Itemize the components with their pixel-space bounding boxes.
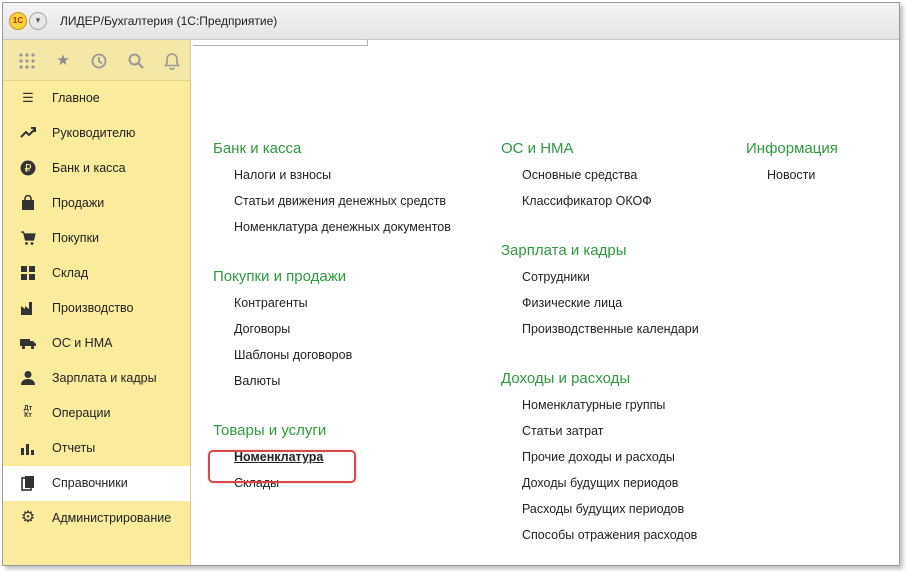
window-title: ЛИДЕР/Бухгалтерия (1С:Предприятие) xyxy=(60,14,278,28)
column-3: Информация Новости xyxy=(746,139,838,191)
sidebar-toolbar: ★ xyxy=(3,40,190,81)
gear-icon: ⚙ xyxy=(20,509,36,526)
section-title-dohody-rashody[interactable]: Доходы и расходы xyxy=(501,369,699,395)
person-icon xyxy=(20,370,36,386)
link-kalendari[interactable]: Производственные календари xyxy=(501,319,699,345)
highlight-box xyxy=(208,450,356,483)
sidebar-item-administrirovanie[interactable]: ⚙ Администрирование xyxy=(3,501,190,536)
link-nomenklaturnye-gruppy[interactable]: Номенклатурные группы xyxy=(501,395,699,421)
link-dohody-budushchih[interactable]: Доходы будущих периодов xyxy=(501,473,699,499)
link-osnovnye-sredstva[interactable]: Основные средства xyxy=(501,165,699,191)
sidebar: ★ ☰ Главное Руководителю ₽ Банк и касса … xyxy=(3,40,191,565)
1c-logo-icon: 1С xyxy=(9,12,27,30)
section-title-tovary[interactable]: Товары и услуги xyxy=(213,421,451,447)
bell-icon[interactable] xyxy=(163,52,181,71)
link-fiz-litsa[interactable]: Физические лица xyxy=(501,293,699,319)
sidebar-item-label: ОС и НМА xyxy=(52,336,113,350)
link-sotrudniki[interactable]: Сотрудники xyxy=(501,267,699,293)
link-nomenklatura-den-doc[interactable]: Номенклатура денежных документов xyxy=(213,217,451,243)
star-icon[interactable]: ★ xyxy=(54,52,72,70)
sidebar-item-label: Производство xyxy=(52,301,134,315)
sidebar-item-proizvodstvo[interactable]: Производство xyxy=(3,291,190,326)
sidebar-item-label: Продажи xyxy=(52,196,105,210)
sidebar-item-pokupki[interactable]: Покупки xyxy=(3,221,190,256)
section-title-zarplata[interactable]: Зарплата и кадры xyxy=(501,241,699,267)
sidebar-item-label: Главное xyxy=(52,91,100,105)
sidebar-item-label: Покупки xyxy=(52,231,100,245)
cart-icon xyxy=(20,230,36,246)
sidebar-item-sklad[interactable]: Склад xyxy=(3,256,190,291)
section-title-os-nma[interactable]: ОС и НМА xyxy=(501,139,699,165)
factory-icon xyxy=(20,300,36,316)
sidebar-item-prodazhi[interactable]: Продажи xyxy=(3,186,190,221)
link-okof[interactable]: Классификатор ОКОФ xyxy=(501,191,699,217)
section-title-bank[interactable]: Банк и касса xyxy=(213,139,451,165)
main-menu-button[interactable]: ▾ xyxy=(29,12,47,30)
column-2: ОС и НМА Основные средства Классификатор… xyxy=(501,139,699,551)
sidebar-item-bank[interactable]: ₽ Банк и касса xyxy=(3,151,190,186)
bar-chart-icon xyxy=(20,440,36,456)
link-rashody-budushchih[interactable]: Расходы будущих периодов xyxy=(501,499,699,525)
search-icon[interactable] xyxy=(127,52,145,70)
trend-icon xyxy=(20,125,36,141)
bag-icon xyxy=(20,194,36,211)
history-icon[interactable] xyxy=(90,52,108,70)
sidebar-item-operatsii[interactable]: Дт Кт Операции xyxy=(3,396,190,431)
menu-lines-icon: ☰ xyxy=(22,90,34,105)
link-nalogi[interactable]: Налоги и взносы xyxy=(213,165,451,191)
sidebar-item-os-nma[interactable]: ОС и НМА xyxy=(3,326,190,361)
books-icon xyxy=(20,475,36,491)
apps-grid-icon[interactable] xyxy=(18,52,36,70)
link-kontragenty[interactable]: Контрагенты xyxy=(213,293,451,319)
sidebar-item-glavnoe[interactable]: ☰ Главное xyxy=(3,81,190,116)
column-1: Банк и касса Налоги и взносы Статьи движ… xyxy=(213,139,451,499)
content-area: Банк и касса Налоги и взносы Статьи движ… xyxy=(191,40,899,565)
link-stati-dvizheniya[interactable]: Статьи движения денежных средств xyxy=(213,191,451,217)
truck-icon xyxy=(20,335,36,351)
dt-kt-icon: Дт Кт xyxy=(23,405,33,419)
link-valyuty[interactable]: Валюты xyxy=(213,371,451,397)
link-prochie[interactable]: Прочие доходы и расходы xyxy=(501,447,699,473)
sidebar-item-label: Банк и касса xyxy=(52,161,126,175)
warehouse-icon xyxy=(20,265,36,281)
app-window: 1С ▾ ЛИДЕР/Бухгалтерия (1С:Предприятие) … xyxy=(2,2,900,566)
sidebar-item-zarplata[interactable]: Зарплата и кадры xyxy=(3,361,190,396)
sidebar-item-label: Администрирование xyxy=(52,511,172,525)
title-bar: 1С ▾ ЛИДЕР/Бухгалтерия (1С:Предприятие) xyxy=(3,3,899,40)
link-novosti[interactable]: Новости xyxy=(746,165,838,191)
sidebar-item-label: Операции xyxy=(52,406,111,420)
ruble-icon: ₽ xyxy=(20,160,36,176)
section-title-informatsiya[interactable]: Информация xyxy=(746,139,838,165)
sidebar-item-label: Руководителю xyxy=(52,126,136,140)
link-sposoby-otrazheniya[interactable]: Способы отражения расходов xyxy=(501,525,699,551)
sidebar-item-otchety[interactable]: Отчеты xyxy=(3,431,190,466)
svg-text:₽: ₽ xyxy=(25,162,32,175)
section-title-pokupki-prodazhi[interactable]: Покупки и продажи xyxy=(213,267,451,293)
sidebar-item-spravochniki[interactable]: Справочники xyxy=(3,466,190,501)
sidebar-item-rukovoditelyu[interactable]: Руководителю xyxy=(3,116,190,151)
sidebar-item-label: Склад xyxy=(52,266,89,280)
link-shablony[interactable]: Шаблоны договоров xyxy=(213,345,451,371)
sidebar-item-label: Зарплата и кадры xyxy=(52,371,157,385)
link-dogovory[interactable]: Договоры xyxy=(213,319,451,345)
link-stati-zatrat[interactable]: Статьи затрат xyxy=(501,421,699,447)
sidebar-item-label: Отчеты xyxy=(52,441,96,455)
sidebar-item-label: Справочники xyxy=(52,476,128,490)
